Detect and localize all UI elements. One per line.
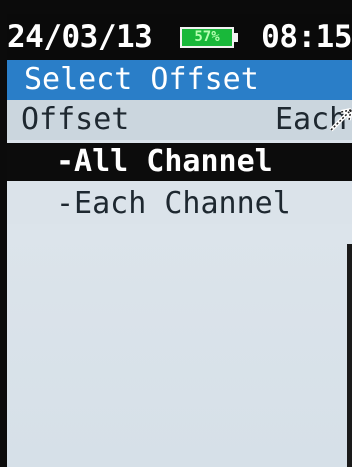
- menu-title: Select Offset: [24, 62, 259, 97]
- battery-icon: 57%: [180, 27, 234, 48]
- status-date: 24/03/13: [7, 19, 153, 55]
- status-time: 08:15: [261, 19, 352, 55]
- menu-option-each-channel[interactable]: -Each Channel: [7, 185, 352, 223]
- menu-option-label: -All Channel: [56, 144, 273, 179]
- menu-title-bar: Select Offset: [7, 60, 352, 100]
- battery-terminal: [234, 33, 238, 42]
- screen-background: [7, 224, 352, 467]
- screen-edge-shadow: [347, 244, 352, 467]
- device-screen: 24/03/13 57% 08:15 Select Offset Offset …: [7, 14, 352, 467]
- status-bar: 24/03/13 57% 08:15: [7, 14, 352, 60]
- cursor-arrow-icon: [329, 108, 352, 132]
- current-offset-row[interactable]: Offset Each: [7, 100, 352, 140]
- menu-option-all-channel[interactable]: -All Channel: [7, 143, 352, 181]
- menu-option-label: -Each Channel: [56, 186, 291, 221]
- offset-label: Offset: [21, 102, 130, 137]
- battery-percent: 57%: [194, 29, 220, 45]
